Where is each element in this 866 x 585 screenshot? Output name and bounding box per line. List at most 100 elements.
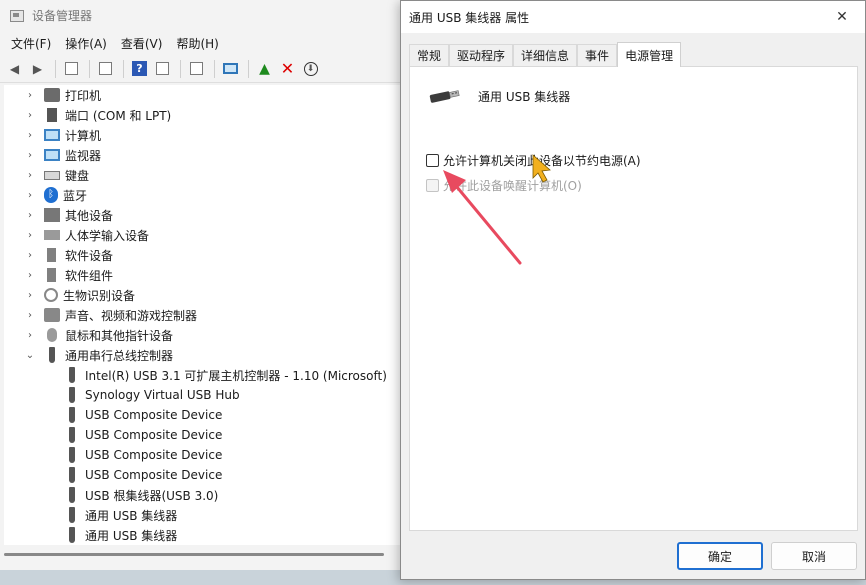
menu-help[interactable]: 帮助(H) xyxy=(169,35,225,52)
chevron-right-icon[interactable]: › xyxy=(24,310,36,321)
tree-category-item[interactable]: › 打印机 xyxy=(24,85,101,105)
dialog-title-bar: 通用 USB 集线器 属性 xyxy=(401,1,865,33)
tree-device-item[interactable]: USB 根集线器(USB 3.0) xyxy=(64,485,218,505)
chevron-right-icon[interactable]: › xyxy=(24,270,36,281)
cancel-button[interactable]: 取消 xyxy=(771,542,857,570)
tree-device-item[interactable]: Synology Virtual USB Hub xyxy=(64,385,240,405)
tab-details[interactable]: 详细信息 xyxy=(513,44,578,66)
close-icon[interactable]: ✕ xyxy=(819,1,865,33)
properties-dialog: 通用 USB 集线器 属性 ✕ 常规 驱动程序 详细信息 事件 电源管理 通用 … xyxy=(400,0,866,580)
device-manager-title: 设备管理器 xyxy=(32,9,93,23)
tab-power-management[interactable]: 电源管理 xyxy=(617,42,682,67)
allow-power-off-label[interactable]: 允许计算机关闭此设备以节约电源(A) xyxy=(443,152,641,169)
menu-view[interactable]: 查看(V) xyxy=(114,35,170,52)
download-icon[interactable]: ⬇ xyxy=(300,58,321,79)
tree-item-label: 键盘 xyxy=(65,168,90,183)
chevron-right-icon[interactable]: › xyxy=(24,250,36,261)
hid-icon xyxy=(44,230,60,240)
keyboard-icon xyxy=(44,170,60,180)
tree-category-item[interactable]: › 软件组件 xyxy=(24,265,113,285)
tree-item-label: 软件设备 xyxy=(65,248,114,263)
scan-hardware-icon[interactable] xyxy=(220,58,241,79)
resource-view-icon[interactable] xyxy=(152,58,173,79)
device-manager-title-bar: 设备管理器 xyxy=(0,0,419,31)
back-arrow-icon[interactable]: ◀ xyxy=(4,58,25,79)
chevron-right-icon[interactable]: › xyxy=(24,330,36,341)
chevron-right-icon[interactable]: › xyxy=(24,290,36,301)
tree-category-item[interactable]: › 声音、视频和游戏控制器 xyxy=(24,305,197,325)
ok-button[interactable]: 确定 xyxy=(677,542,763,570)
chevron-right-icon[interactable]: › xyxy=(24,170,36,181)
tree-device-item[interactable]: 通用 USB 集线器 xyxy=(64,525,177,545)
forward-arrow-icon[interactable]: ▶ xyxy=(27,58,48,79)
tree-category-item[interactable]: › 键盘 xyxy=(24,165,89,185)
device-manager-app-icon xyxy=(10,9,24,22)
uninstall-icon[interactable]: ✕ xyxy=(277,58,298,79)
tree-category-item[interactable]: ⌄ 通用串行总线控制器 xyxy=(24,345,173,365)
chevron-right-icon[interactable]: › xyxy=(24,90,36,101)
horizontal-scrollbar[interactable] xyxy=(0,548,420,560)
tree-item-label: 声音、视频和游戏控制器 xyxy=(65,308,198,323)
tree-category-item[interactable]: › 生物识别设备 xyxy=(24,285,135,305)
menu-action[interactable]: 操作(A) xyxy=(58,35,114,52)
tree-category-item[interactable]: › 软件设备 xyxy=(24,245,113,265)
chevron-right-icon[interactable]: › xyxy=(24,190,36,201)
tab-general[interactable]: 常规 xyxy=(409,44,450,66)
tree-category-item[interactable]: › 计算机 xyxy=(24,125,101,145)
tab-events[interactable]: 事件 xyxy=(577,44,618,66)
tree-category-item[interactable]: › 鼠标和其他指针设备 xyxy=(24,325,173,345)
tree-item-label: 软件组件 xyxy=(65,268,114,283)
tree-device-item[interactable]: 通用 USB 集线器 xyxy=(64,505,177,525)
allow-power-off-option[interactable]: 允许计算机关闭此设备以节约电源(A) xyxy=(426,151,641,169)
add-driver-icon[interactable]: ▲ xyxy=(254,58,275,79)
tree-device-item[interactable]: USB Composite Device xyxy=(64,405,222,425)
properties-icon[interactable] xyxy=(61,58,82,79)
usb-icon xyxy=(69,447,75,463)
menu-bar: 文件(F) 操作(A) 查看(V) 帮助(H) xyxy=(0,31,419,55)
chevron-right-icon[interactable]: › xyxy=(24,110,36,121)
list-view-icon[interactable] xyxy=(95,58,116,79)
toolbar-separator xyxy=(180,59,181,78)
tree-item-label: 监视器 xyxy=(65,148,102,163)
tree-device-item[interactable]: USB Composite Device xyxy=(64,425,222,445)
toolbar-separator xyxy=(89,59,90,78)
tree-item-label: 通用串行总线控制器 xyxy=(65,348,174,363)
audio-icon xyxy=(44,308,60,322)
tree-device-item[interactable]: Intel(R) USB 3.1 可扩展主机控制器 - 1.10 (Micros… xyxy=(64,365,387,385)
tree-category-item[interactable]: › 其他设备 xyxy=(24,205,113,225)
tree-category-item[interactable]: › 端口 (COM 和 LPT) xyxy=(24,105,171,125)
tree-item-label: Intel(R) USB 3.1 可扩展主机控制器 - 1.10 (Micros… xyxy=(85,368,387,383)
tree-item-label: USB 根集线器(USB 3.0) xyxy=(85,488,219,503)
chevron-down-icon[interactable]: ⌄ xyxy=(24,350,36,361)
toolbar-separator xyxy=(55,59,56,78)
chevron-right-icon[interactable]: › xyxy=(24,130,36,141)
help-icon[interactable]: ? xyxy=(129,58,150,79)
usb-icon xyxy=(69,427,75,443)
tab-driver[interactable]: 驱动程序 xyxy=(449,44,514,66)
usb-icon xyxy=(69,467,75,483)
device-tree[interactable]: › 打印机 › 端口 (COM 和 LPT) › 计算机 › 监视器 › 键盘 › ᛒ 蓝牙 › 其他设备 ›… xyxy=(4,85,416,545)
tree-item-label: 鼠标和其他指针设备 xyxy=(65,328,174,343)
computer-icon xyxy=(44,129,60,141)
update-driver-icon[interactable] xyxy=(186,58,207,79)
tree-item-label: 蓝牙 xyxy=(63,188,88,203)
tree-device-item[interactable]: USB Composite Device xyxy=(64,465,222,485)
tree-item-label: Synology Virtual USB Hub xyxy=(85,388,240,402)
chevron-right-icon[interactable]: › xyxy=(24,150,36,161)
toolbar-separator xyxy=(214,59,215,78)
usb-icon xyxy=(69,387,75,403)
tree-category-item[interactable]: › ᛒ 蓝牙 xyxy=(24,185,87,205)
chevron-right-icon[interactable]: › xyxy=(24,230,36,241)
usb-icon xyxy=(69,507,75,523)
menu-file[interactable]: 文件(F) xyxy=(4,35,58,52)
chevron-right-icon[interactable]: › xyxy=(24,210,36,221)
toolbar: ◀ ▶ ? ▲ ✕ ⬇ xyxy=(0,55,419,83)
tree-category-item[interactable]: › 人体学输入设备 xyxy=(24,225,149,245)
tree-device-item[interactable]: USB Composite Device xyxy=(64,445,222,465)
tree-category-item[interactable]: › 监视器 xyxy=(24,145,101,165)
toolbar-separator xyxy=(248,59,249,78)
device-manager-window: 设备管理器 文件(F) 操作(A) 查看(V) 帮助(H) ◀ ▶ ? ▲ ✕ … xyxy=(0,0,420,570)
allow-power-off-checkbox[interactable] xyxy=(426,153,439,167)
tree-item-label: USB Composite Device xyxy=(85,448,223,462)
scrollbar-thumb[interactable] xyxy=(4,553,384,556)
